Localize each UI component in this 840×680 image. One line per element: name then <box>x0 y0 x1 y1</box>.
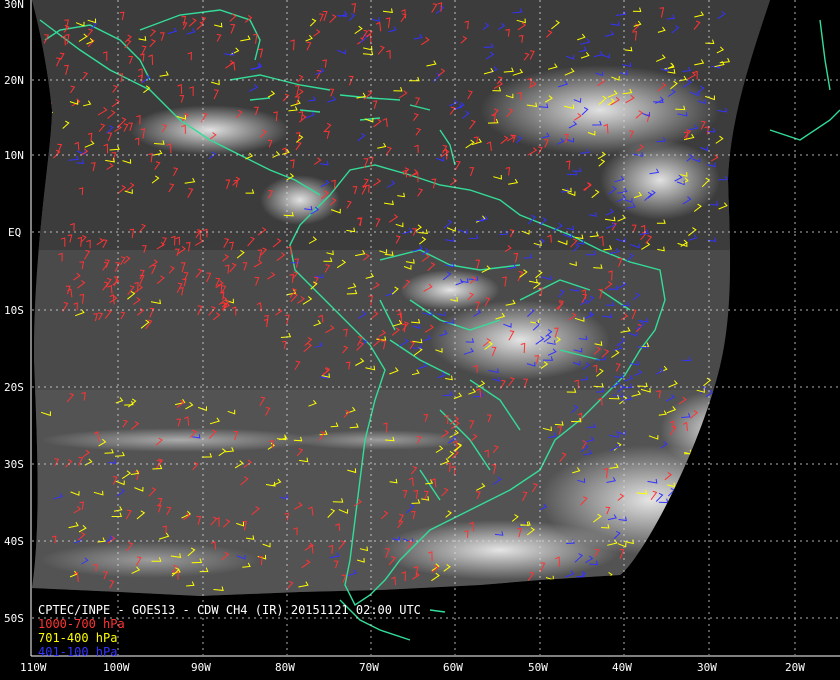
wind-barb <box>737 501 745 509</box>
wind-barb <box>745 390 754 400</box>
wind-barb <box>711 469 720 474</box>
wind-barb <box>720 458 732 464</box>
wind-barb <box>670 504 679 514</box>
wind-barb <box>721 427 732 433</box>
lon-label: 30W <box>697 661 717 674</box>
wind-barb <box>709 431 718 438</box>
lon-label: 20W <box>785 661 805 674</box>
wind-barb <box>749 389 758 396</box>
wind-barb <box>739 456 750 463</box>
lon-label: 100W <box>103 661 130 674</box>
lon-label: 90W <box>191 661 211 674</box>
lat-label: 50S <box>4 612 24 625</box>
wind-barb <box>757 354 767 361</box>
map-canvas: 30N 20N 10N EQ 10S 20S 30S 40S 50S 110W … <box>4 0 840 674</box>
lat-label: EQ <box>8 226 21 239</box>
wind-barb <box>727 405 735 413</box>
latitude-labels: 30N 20N 10N EQ 10S 20S 30S 40S 50S <box>4 0 24 625</box>
lat-label: 10S <box>4 304 24 317</box>
wind-barb <box>47 102 52 110</box>
wind-barb <box>659 530 670 536</box>
wind-barb <box>684 557 694 563</box>
lon-label: 110W <box>20 661 47 674</box>
wind-barb <box>746 464 756 474</box>
wind-barb <box>665 520 673 529</box>
lon-label: 80W <box>275 661 295 674</box>
lon-label: 70W <box>359 661 379 674</box>
lat-label: 30N <box>4 0 24 11</box>
wind-barb <box>721 564 732 572</box>
lat-label: 20N <box>4 74 24 87</box>
wind-barb <box>45 109 54 118</box>
wind-barb <box>722 489 733 495</box>
lat-label: 10N <box>4 149 24 162</box>
legend-high-level: 401-100 hPa <box>38 645 118 659</box>
wind-barb <box>663 515 672 521</box>
legend-mid-level: 701-400 hPa <box>38 631 118 645</box>
wind-barb <box>743 542 752 549</box>
longitude-labels: 110W 100W 90W 80W 70W 60W 50W 40W 30W 20… <box>20 661 805 674</box>
wind-barb <box>741 486 751 494</box>
wind-barb <box>739 413 749 422</box>
wind-barb <box>696 451 706 460</box>
wind-barb <box>724 564 734 570</box>
lon-label: 50W <box>528 661 548 674</box>
wind-barb <box>700 548 710 556</box>
product-title: CPTEC/INPE - GOES13 - CDW CH4 (IR) 20151… <box>38 603 421 617</box>
wind-barb <box>723 426 732 432</box>
wind-barb <box>738 387 747 396</box>
wind-barb <box>748 553 756 562</box>
wind-barb <box>741 418 752 424</box>
wind-barb <box>734 520 744 530</box>
wind-barb <box>757 575 768 580</box>
lat-label: 40S <box>4 535 24 548</box>
wind-barb <box>696 563 706 569</box>
lon-label: 60W <box>443 661 463 674</box>
ir-satellite-image <box>32 0 770 596</box>
wind-barb <box>738 437 748 444</box>
wind-barb <box>727 468 736 474</box>
wind-barb <box>722 410 728 420</box>
wind-barb <box>41 77 47 86</box>
wind-barb <box>725 393 734 400</box>
wind-barb <box>657 524 665 532</box>
wind-barb <box>687 548 696 556</box>
lat-label: 20S <box>4 381 24 394</box>
lon-label: 40W <box>612 661 632 674</box>
wind-barb <box>37 66 42 77</box>
wind-barb <box>697 488 708 493</box>
wind-barb <box>747 358 756 365</box>
lat-label: 30S <box>4 458 24 471</box>
satellite-wind-map: 30N 20N 10N EQ 10S 20S 30S 40S 50S 110W … <box>0 0 840 680</box>
wind-barb <box>735 445 745 451</box>
africa-coastline <box>769 109 840 141</box>
wind-barb <box>681 503 687 513</box>
wind-barb <box>671 525 679 535</box>
legend-low-level: 1000-700 hPa <box>38 617 125 631</box>
wind-barb <box>660 528 669 537</box>
